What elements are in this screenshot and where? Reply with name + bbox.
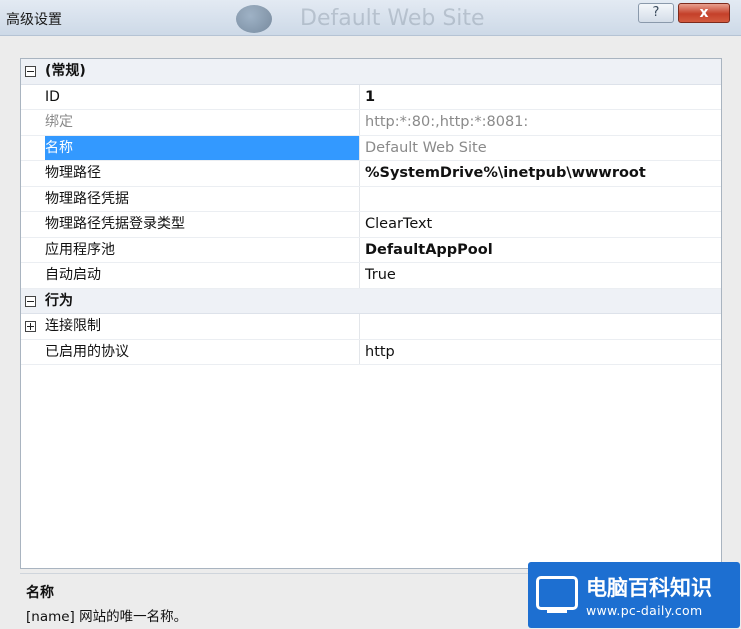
watermark: 电脑百科知识 www.pc-daily.com bbox=[528, 562, 740, 628]
property-row-credentials[interactable]: 物理路径凭据 bbox=[21, 186, 721, 212]
property-name: 已启用的协议 bbox=[45, 343, 129, 360]
window-title: 高级设置 bbox=[6, 12, 62, 28]
column-divider bbox=[359, 161, 360, 186]
property-row-limits[interactable]: 连接限制 bbox=[21, 314, 721, 340]
description-text: [name] 网站的唯一名称。 bbox=[26, 609, 188, 625]
property-row-protocols[interactable]: 已启用的协议 http bbox=[21, 339, 721, 365]
property-value[interactable] bbox=[365, 314, 715, 339]
property-name: 物理路径凭据登录类型 bbox=[45, 216, 185, 232]
property-name: 自动启动 bbox=[45, 267, 101, 283]
property-grid[interactable]: (常规) ID 1 绑定 http:*:80:,http:*:8081: 名称 … bbox=[20, 58, 722, 569]
category-label: 行为 bbox=[45, 292, 73, 309]
property-row-app-pool[interactable]: 应用程序池 DefaultAppPool bbox=[21, 237, 721, 263]
help-button[interactable]: ? bbox=[638, 3, 674, 23]
property-row-auto-start[interactable]: 自动启动 True bbox=[21, 263, 721, 289]
property-value[interactable]: ClearText bbox=[365, 212, 715, 237]
column-divider bbox=[359, 263, 360, 288]
watermark-url: www.pc-daily.com bbox=[586, 603, 703, 618]
column-divider bbox=[359, 84, 360, 109]
column-divider bbox=[359, 186, 360, 211]
column-divider bbox=[359, 237, 360, 262]
property-name-selected[interactable]: 名称 bbox=[45, 135, 359, 160]
monitor-logo-icon bbox=[536, 576, 578, 613]
collapse-icon[interactable] bbox=[25, 66, 36, 77]
property-name: ID bbox=[45, 88, 60, 105]
property-value[interactable]: http bbox=[365, 340, 715, 365]
property-row-id[interactable]: ID 1 bbox=[21, 84, 721, 110]
column-divider bbox=[359, 110, 360, 135]
property-value[interactable]: Default Web Site bbox=[365, 136, 715, 161]
property-value[interactable]: http:*:80:,http:*:8081: bbox=[365, 110, 715, 135]
property-value[interactable]: DefaultAppPool bbox=[365, 238, 715, 263]
property-row-bindings[interactable]: 绑定 http:*:80:,http:*:8081: bbox=[21, 110, 721, 136]
property-name: 绑定 bbox=[45, 114, 73, 130]
collapse-icon[interactable] bbox=[25, 295, 36, 307]
category-label: (常规) bbox=[45, 63, 86, 79]
description-title: 名称 bbox=[26, 585, 54, 601]
property-value[interactable]: %SystemDrive%\inetpub\wwwroot bbox=[365, 161, 715, 186]
category-row-behavior[interactable]: 行为 bbox=[21, 288, 721, 314]
column-divider bbox=[359, 212, 360, 237]
watermark-title: 电脑百科知识 bbox=[586, 576, 712, 600]
property-name: 连接限制 bbox=[45, 318, 101, 334]
property-name: 物理路径凭据 bbox=[45, 190, 129, 207]
close-button[interactable]: x bbox=[678, 3, 730, 23]
globe-icon bbox=[236, 5, 272, 33]
property-value[interactable]: True bbox=[365, 263, 715, 288]
property-value[interactable]: 1 bbox=[365, 85, 715, 110]
property-name: 应用程序池 bbox=[45, 241, 115, 258]
expand-icon[interactable] bbox=[25, 321, 36, 332]
column-divider bbox=[359, 314, 360, 339]
property-row-physical-path[interactable]: 物理路径 %SystemDrive%\inetpub\wwwroot bbox=[21, 161, 721, 187]
property-name: 物理路径 bbox=[45, 165, 101, 181]
column-divider bbox=[359, 339, 360, 364]
property-value[interactable] bbox=[365, 187, 715, 212]
title-bar: 高级设置 Default Web Site ? x bbox=[0, 0, 741, 36]
category-row-general[interactable]: (常规) bbox=[21, 59, 721, 85]
background-window-title: Default Web Site bbox=[300, 6, 485, 31]
column-divider bbox=[359, 135, 360, 160]
property-row-logon-type[interactable]: 物理路径凭据登录类型 ClearText bbox=[21, 212, 721, 238]
property-row-name[interactable]: 名称 Default Web Site bbox=[21, 135, 721, 161]
